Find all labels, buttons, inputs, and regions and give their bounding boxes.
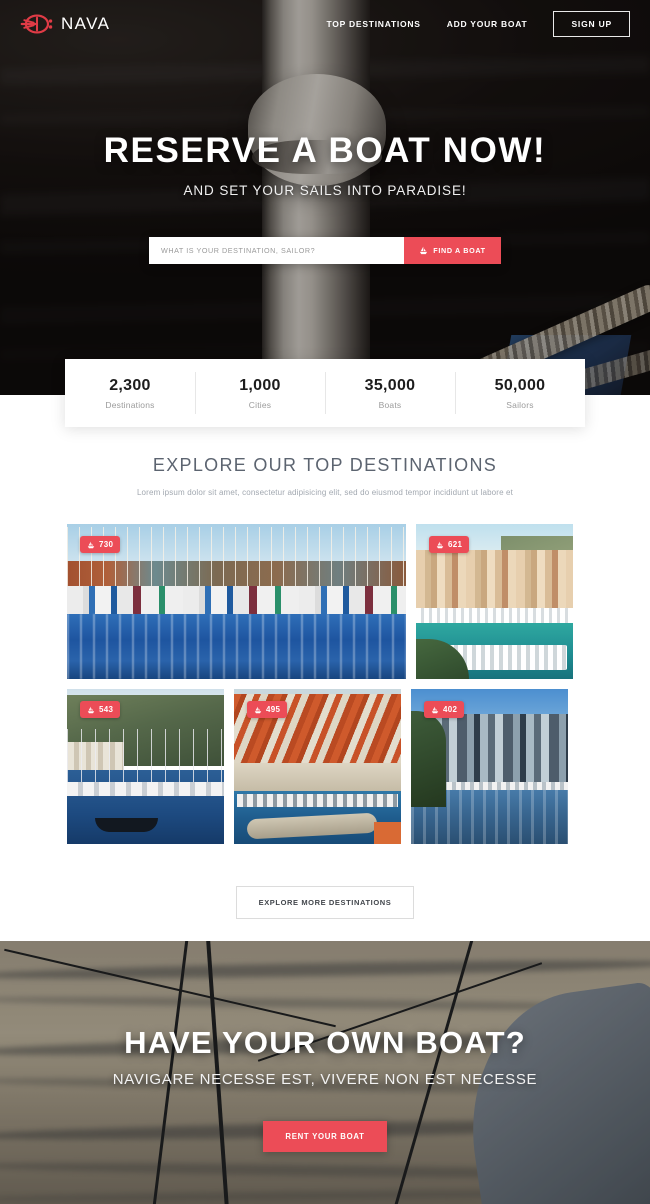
boat-anchor-logo-icon bbox=[20, 14, 53, 34]
cta-subtitle: NAVIGARE NECESSE EST, VIVERE NON EST NEC… bbox=[112, 1071, 538, 1088]
stat-label: Destinations bbox=[105, 399, 155, 410]
explore-more-destinations-button[interactable]: EXPLORE MORE DESTINATIONS bbox=[235, 886, 415, 919]
brand-name: NAVA bbox=[61, 14, 111, 33]
search-input[interactable] bbox=[149, 237, 404, 264]
nav-link-add-your-boat[interactable]: ADD YOUR BOAT bbox=[447, 19, 528, 29]
find-a-boat-button[interactable]: FIND A BOAT bbox=[404, 237, 501, 264]
hero-title: RESERVE A BOAT NOW! bbox=[103, 131, 547, 170]
sailboat-icon bbox=[254, 706, 262, 713]
destination-grid: 730 621 543 495 402 bbox=[67, 524, 583, 844]
destination-boat-count-badge[interactable]: 621 bbox=[429, 536, 470, 553]
cta-content: HAVE YOUR OWN BOAT? NAVIGARE NECESSE EST… bbox=[0, 941, 650, 1204]
sign-up-button[interactable]: SIGN UP bbox=[553, 11, 630, 37]
stats-card: 2,300 Destinations 1,000 Cities 35,000 B… bbox=[65, 359, 585, 427]
badge-count: 495 bbox=[266, 705, 281, 714]
hero-content: RESERVE A BOAT NOW! AND SET YOUR SAILS I… bbox=[0, 0, 650, 395]
destination-boat-count-badge[interactable]: 495 bbox=[247, 701, 288, 718]
badge-count: 543 bbox=[99, 705, 114, 714]
destination-boat-count-badge[interactable]: 730 bbox=[80, 536, 121, 553]
destination-tile[interactable]: 730 bbox=[67, 524, 406, 679]
nav-link-top-destinations[interactable]: TOP DESTINATIONS bbox=[327, 19, 421, 29]
destination-tile[interactable]: 621 bbox=[416, 524, 573, 679]
sailboat-icon bbox=[87, 706, 95, 713]
sailboat-icon bbox=[420, 246, 428, 255]
rent-your-boat-button[interactable]: RENT YOUR BOAT bbox=[263, 1121, 387, 1152]
stat-sailors: 50,000 Sailors bbox=[455, 359, 585, 427]
landing-page: NAVA TOP DESTINATIONS ADD YOUR BOAT SIGN… bbox=[0, 0, 650, 1204]
stat-boats: 35,000 Boats bbox=[325, 359, 455, 427]
sailboat-icon bbox=[436, 541, 444, 548]
hero-section: NAVA TOP DESTINATIONS ADD YOUR BOAT SIGN… bbox=[0, 0, 650, 395]
stat-destinations: 2,300 Destinations bbox=[65, 359, 195, 427]
hero-subtitle: AND SET YOUR SAILS INTO PARADISE! bbox=[183, 183, 467, 198]
destination-grid-row: 543 495 402 bbox=[67, 689, 583, 844]
destination-search-bar: FIND A BOAT bbox=[149, 237, 501, 264]
explore-more-wrapper: EXPLORE MORE DESTINATIONS bbox=[0, 886, 650, 919]
sailboat-icon bbox=[87, 541, 95, 548]
cta-title: HAVE YOUR OWN BOAT? bbox=[124, 1025, 526, 1060]
stat-value: 2,300 bbox=[109, 376, 151, 394]
stat-label: Cities bbox=[248, 399, 272, 410]
stat-label: Boats bbox=[378, 399, 402, 410]
own-boat-cta-section: HAVE YOUR OWN BOAT? NAVIGARE NECESSE EST… bbox=[0, 941, 650, 1204]
destination-boat-count-badge[interactable]: 402 bbox=[424, 701, 465, 718]
destination-tile[interactable]: 495 bbox=[234, 689, 401, 844]
nav-links-group: TOP DESTINATIONS ADD YOUR BOAT SIGN UP bbox=[327, 11, 630, 37]
stat-cities: 1,000 Cities bbox=[195, 359, 325, 427]
badge-count: 621 bbox=[448, 540, 463, 549]
destination-boat-count-badge[interactable]: 543 bbox=[80, 701, 121, 718]
section-subtitle: Lorem ipsum dolor sit amet, consectetur … bbox=[136, 488, 514, 497]
top-navigation-bar: NAVA TOP DESTINATIONS ADD YOUR BOAT SIGN… bbox=[0, 0, 650, 48]
section-title: EXPLORE OUR TOP DESTINATIONS bbox=[152, 455, 498, 475]
stat-label: Sailors bbox=[506, 399, 534, 410]
badge-count: 730 bbox=[99, 540, 114, 549]
destination-grid-row: 730 621 bbox=[67, 524, 583, 679]
destination-tile[interactable]: 543 bbox=[67, 689, 224, 844]
destination-tile[interactable]: 402 bbox=[411, 689, 568, 844]
stat-value: 50,000 bbox=[494, 376, 546, 394]
stat-value: 35,000 bbox=[364, 376, 416, 394]
sailboat-icon bbox=[431, 706, 439, 713]
badge-count: 402 bbox=[443, 705, 458, 714]
brand-logo[interactable]: NAVA bbox=[20, 13, 110, 35]
find-a-boat-label: FIND A BOAT bbox=[433, 246, 486, 255]
stat-value: 1,000 bbox=[239, 376, 281, 394]
